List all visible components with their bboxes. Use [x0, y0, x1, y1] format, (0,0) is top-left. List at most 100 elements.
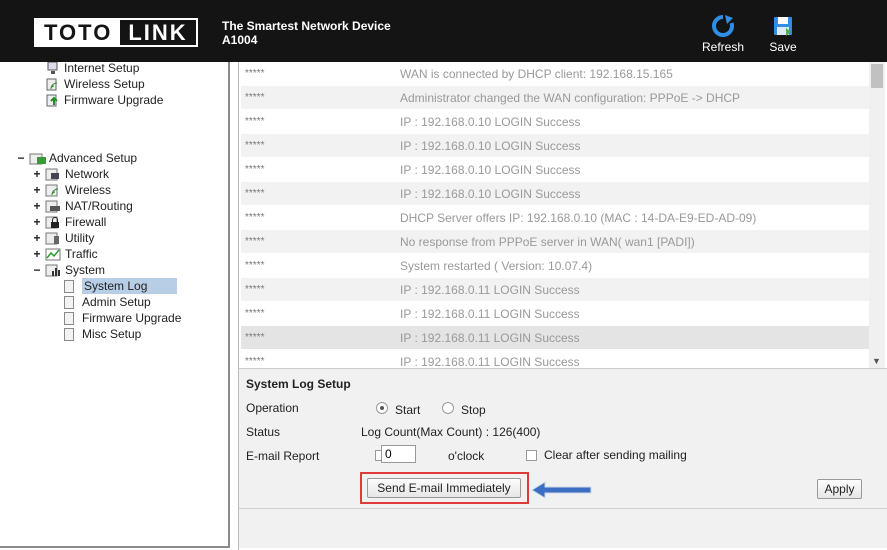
sidebar-item-label: Firewall: [65, 215, 107, 229]
sidebar-item-nat-routing[interactable]: + NAT/Routing: [32, 198, 132, 214]
arrow-pointer-icon: [531, 481, 592, 499]
log-message: Administrator changed the WAN configurat…: [400, 90, 741, 105]
model-name: A1004: [222, 33, 258, 47]
stop-radio[interactable]: [442, 402, 454, 414]
sidebar-item-misc-setup[interactable]: Misc Setup: [64, 326, 141, 342]
log-row: ***** IP : 192.168.0.11 LOGIN Success: [241, 326, 869, 350]
log-row: ***** IP : 192.168.0.10 LOGIN Success: [241, 134, 869, 158]
sidebar-item-firmware-upgrade-top[interactable]: Firmware Upgrade: [46, 92, 163, 108]
sidebar-item-system[interactable]: − System: [32, 262, 105, 278]
top-header: TOTO LINK The Smartest Network Device A1…: [0, 0, 887, 62]
refresh-label: Refresh: [701, 40, 745, 54]
operation-label: Operation: [246, 401, 299, 415]
log-row: ***** IP : 192.168.0.10 LOGIN Success: [241, 110, 869, 134]
sidebar-item-label: Wireless: [65, 183, 112, 197]
hour-input[interactable]: [381, 445, 416, 463]
log-message: IP : 192.168.0.10 LOGIN Success: [400, 138, 581, 153]
log-time: *****: [245, 236, 265, 247]
system-log-setup-panel: System Log Setup Operation Start Stop St…: [239, 368, 887, 508]
log-message: WAN is connected by DHCP client: 192.168…: [400, 66, 673, 81]
sidebar-item-wireless-setup[interactable]: Wireless Setup: [46, 76, 145, 92]
collapse-icon[interactable]: −: [32, 262, 42, 278]
sidebar-item-label: Firmware Upgrade: [82, 311, 182, 325]
clear-after-sending-label: Clear after sending mailing: [544, 448, 687, 462]
network-icon: [45, 167, 61, 181]
expand-icon[interactable]: +: [32, 182, 42, 198]
sidebar-item-label: Advanced Setup: [49, 151, 138, 165]
start-label: Start: [395, 403, 421, 417]
main-panel: ***** WAN is connected by DHCP client: 19…: [238, 62, 887, 550]
firmware-icon: [46, 93, 60, 107]
sidebar-item-system-log[interactable]: System Log: [64, 278, 178, 294]
sidebar-item-traffic[interactable]: + Traffic: [32, 246, 98, 262]
log-time: *****: [245, 260, 265, 271]
log-time: *****: [245, 188, 265, 199]
clear-after-sending-checkbox[interactable]: [526, 450, 537, 461]
tagline-text: The Smartest Network Device: [222, 19, 391, 33]
log-time: *****: [245, 92, 265, 103]
log-time: *****: [245, 212, 265, 223]
sidebar-item-firewall[interactable]: + Firewall: [32, 214, 106, 230]
sidebar-item-network[interactable]: + Network: [32, 166, 109, 182]
sidebar-item-firmware-upgrade[interactable]: Firmware Upgrade: [64, 310, 181, 326]
save-button[interactable]: Save: [757, 14, 809, 54]
log-message: IP : 192.168.0.11 LOGIN Success: [400, 354, 580, 369]
sidebar-item-label: Misc Setup: [82, 327, 142, 341]
log-time: *****: [245, 308, 265, 319]
traffic-icon: [45, 247, 61, 261]
collapse-icon[interactable]: −: [16, 150, 26, 166]
scroll-down-icon[interactable]: ▼: [872, 356, 881, 366]
sidebar-item-label: Utility: [65, 231, 95, 245]
sidebar-item-wireless[interactable]: + Wireless: [32, 182, 111, 198]
sidebar-item-label: Traffic: [65, 247, 98, 261]
log-message: IP : 192.168.0.11 LOGIN Success: [400, 306, 580, 321]
log-time: *****: [245, 356, 265, 367]
expand-icon[interactable]: +: [32, 214, 42, 230]
oclock-label: o'clock: [448, 449, 485, 463]
sidebar-item-label: Firmware Upgrade: [64, 93, 164, 107]
log-time: *****: [245, 68, 265, 79]
sidebar-item-utility[interactable]: + Utility: [32, 230, 94, 246]
totolink-logo: TOTO LINK: [34, 18, 198, 47]
send-email-button[interactable]: Send E-mail Immediately: [367, 478, 521, 498]
expand-icon[interactable]: +: [32, 198, 42, 214]
log-row: ***** System restarted ( Version: 10.07.4…: [241, 254, 869, 278]
log-scrollbar[interactable]: ▼: [869, 62, 885, 368]
log-row: ***** IP : 192.168.0.10 LOGIN Success: [241, 182, 869, 206]
refresh-icon: [712, 15, 734, 37]
sidebar-tree: Internet Setup Wireless Setup Firmware U…: [0, 62, 230, 548]
log-row: ***** IP : 192.168.0.11 LOGIN Success: [241, 302, 869, 326]
log-time: *****: [245, 116, 265, 127]
save-icon: [774, 17, 792, 36]
log-message: IP : 192.168.0.10 LOGIN Success: [400, 114, 581, 129]
sidebar-item-label: Admin Setup: [82, 295, 151, 309]
status-label: Status: [246, 425, 281, 439]
wireless-icon: [45, 183, 61, 197]
sidebar-item-label: Network: [65, 167, 110, 181]
sidebar-item-advanced-setup[interactable]: − Advanced Setup: [16, 150, 137, 166]
log-time: *****: [245, 284, 265, 295]
lock-icon: [45, 215, 61, 229]
document-icon: [64, 295, 74, 309]
sidebar-item-admin-setup[interactable]: Admin Setup: [64, 294, 151, 310]
start-radio[interactable]: [376, 402, 388, 414]
document-icon: [64, 327, 74, 341]
log-time: *****: [245, 164, 265, 175]
scrollbar-thumb[interactable]: [871, 64, 883, 88]
log-row: ***** DHCP Server offers IP: 192.168.0.10…: [241, 206, 869, 230]
apply-button[interactable]: Apply: [817, 479, 862, 499]
sidebar-item-label: System Log: [82, 278, 178, 294]
sidebar-item-internet-setup[interactable]: Internet Setup: [46, 62, 139, 76]
log-row: ***** WAN is connected by DHCP client: 19…: [241, 62, 869, 86]
log-message: IP : 192.168.0.10 LOGIN Success: [400, 162, 581, 177]
sidebar-item-label: System: [65, 263, 106, 277]
expand-icon[interactable]: +: [32, 230, 42, 246]
bottom-bar: [239, 508, 887, 548]
system-log-list[interactable]: ***** WAN is connected by DHCP client: 19…: [241, 62, 869, 368]
log-message: DHCP Server offers IP: 192.168.0.10 (MAC…: [400, 210, 757, 225]
setup-title: System Log Setup: [246, 377, 351, 391]
refresh-button[interactable]: Refresh: [697, 14, 749, 54]
expand-icon[interactable]: +: [32, 246, 42, 262]
stop-label: Stop: [461, 403, 486, 417]
expand-icon[interactable]: +: [32, 166, 42, 182]
